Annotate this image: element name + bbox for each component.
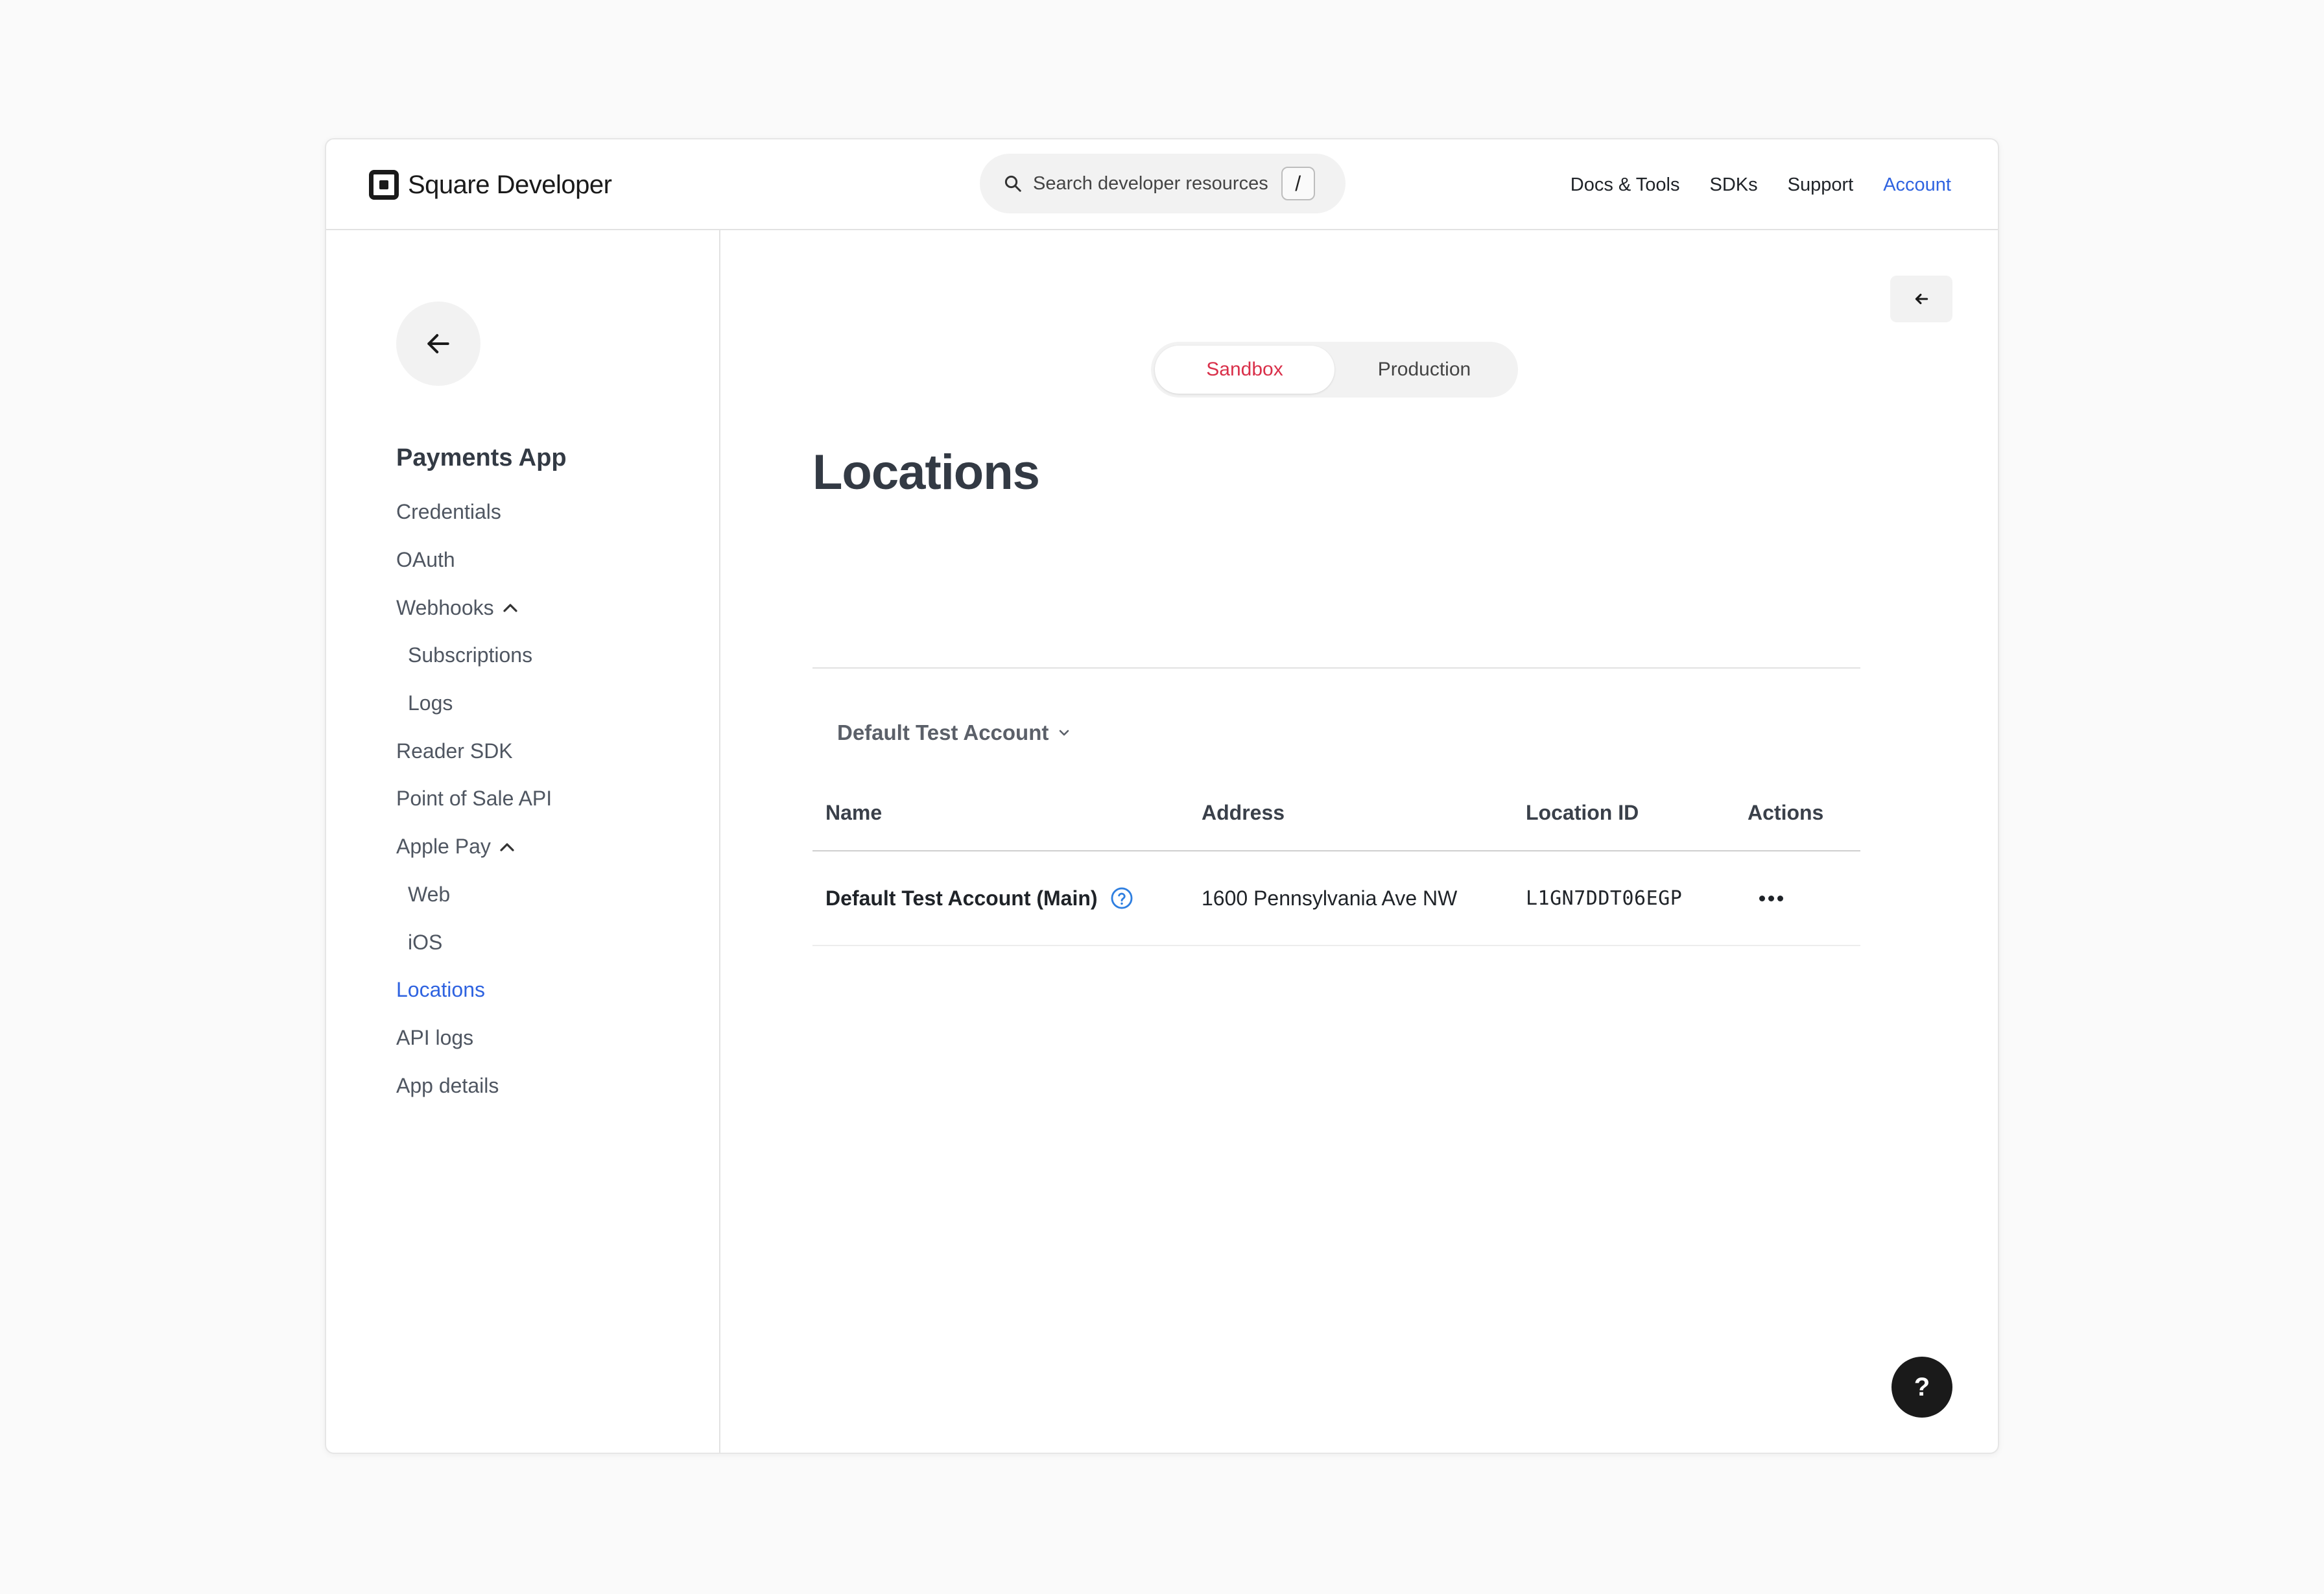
nav-support[interactable]: Support — [1788, 174, 1854, 196]
sidebar-item-label: App details — [396, 1073, 499, 1097]
column-header-name: Name — [825, 800, 883, 824]
sidebar-item-label: Web — [408, 882, 451, 906]
sidebar-item-subscriptions[interactable]: Subscriptions — [396, 632, 552, 680]
nav-account[interactable]: Account — [1883, 174, 1951, 196]
column-header-location-id: Location ID — [1526, 800, 1639, 824]
sidebar-item-label: OAuth — [396, 548, 455, 572]
column-header-actions: Actions — [1748, 800, 1824, 824]
main-content: Sandbox Production Locations Default Tes… — [720, 230, 1998, 1453]
sidebar-item-app-details[interactable]: App details — [396, 1062, 552, 1110]
collapse-button[interactable] — [1890, 276, 1952, 322]
sidebar-item-label: Reader SDK — [396, 739, 513, 763]
table-header: Name Address Location ID Actions — [812, 775, 1860, 851]
square-logo-icon — [369, 170, 399, 200]
search-bar[interactable]: Search developer resources / — [980, 154, 1346, 213]
nav-docs-tools[interactable]: Docs & Tools — [1571, 174, 1680, 196]
sidebar-item-point-of-sale-api[interactable]: Point of Sale API — [396, 775, 552, 823]
sidebar-item-label: Locations — [396, 978, 485, 1002]
sidebar-item-oauth[interactable]: OAuth — [396, 536, 552, 584]
title-divider — [812, 667, 1860, 669]
search-icon — [1004, 175, 1021, 192]
more-horizontal-icon — [1759, 895, 1765, 901]
environment-toggle: Sandbox Production — [1151, 342, 1518, 398]
sidebar-item-label: Logs — [408, 691, 453, 715]
back-button[interactable] — [396, 302, 480, 386]
sidebar-item-credentials[interactable]: Credentials — [396, 488, 552, 536]
page-title: Locations — [812, 445, 1040, 500]
app-title: Payments App — [396, 444, 567, 471]
sidebar-item-label: Credentials — [396, 500, 501, 524]
top-header: Square Developer Search developer resour… — [326, 139, 1998, 230]
sidebar-item-api-logs[interactable]: API logs — [396, 1014, 552, 1062]
location-name-cell: Default Test Account (Main) — [812, 886, 1202, 910]
actions-cell — [1748, 885, 1860, 911]
sidebar-item-ios[interactable]: iOS — [396, 918, 552, 966]
brand-name: Square Developer — [408, 170, 612, 199]
sidebar-item-label: iOS — [408, 930, 443, 954]
sidebar-item-label: Point of Sale API — [396, 787, 552, 811]
locations-table: Name Address Location ID Actions Default… — [812, 775, 1860, 946]
nav-sdks[interactable]: SDKs — [1709, 174, 1757, 196]
tab-production[interactable]: Production — [1334, 346, 1514, 394]
app-window: Square Developer Search developer resour… — [325, 138, 1999, 1454]
sidebar-item-label: Apple Pay — [396, 835, 491, 859]
top-nav: Docs & Tools SDKs Support Account — [1571, 168, 1951, 202]
location-id: L1GN7DDT06EGP — [1526, 886, 1683, 910]
help-button[interactable]: ? — [1891, 1357, 1952, 1418]
column-header-address: Address — [1202, 800, 1285, 824]
location-address: 1600 Pennsylvania Ave NW — [1202, 886, 1458, 910]
sidebar-item-reader-sdk[interactable]: Reader SDK — [396, 727, 552, 775]
sidebar-item-label: Webhooks — [396, 595, 494, 619]
brand[interactable]: Square Developer — [369, 168, 612, 202]
sidebar-item-apple-pay[interactable]: Apple Pay — [396, 823, 552, 871]
sidebar-item-web[interactable]: Web — [396, 871, 552, 919]
more-actions-button[interactable] — [1748, 885, 1860, 911]
sidebar-item-logs[interactable]: Logs — [396, 680, 552, 728]
tab-sandbox[interactable]: Sandbox — [1155, 346, 1334, 394]
sidebar-item-label: Subscriptions — [408, 643, 533, 667]
sidebar-nav: Credentials OAuth Webhooks Subscriptions… — [396, 488, 552, 1110]
sidebar: Payments App Credentials OAuth Webhooks … — [326, 230, 720, 1453]
arrow-left-icon — [427, 334, 449, 353]
sidebar-item-webhooks[interactable]: Webhooks — [396, 584, 552, 632]
chevron-down-icon — [1060, 730, 1069, 736]
search-shortcut-key: / — [1281, 167, 1315, 200]
search-placeholder: Search developer resources — [1033, 172, 1268, 194]
arrow-left-icon — [1915, 293, 1928, 305]
location-name: Default Test Account (Main) — [825, 886, 1098, 910]
account-dropdown[interactable]: Default Test Account — [837, 720, 1071, 745]
chevron-up-icon — [500, 843, 514, 851]
sidebar-item-locations[interactable]: Locations — [396, 966, 552, 1014]
sidebar-item-label: API logs — [396, 1025, 474, 1049]
account-dropdown-label: Default Test Account — [837, 720, 1049, 744]
table-row: Default Test Account (Main) 1600 Pennsyl… — [812, 851, 1860, 946]
help-circle-icon[interactable] — [1109, 886, 1134, 910]
chevron-up-icon — [503, 604, 517, 612]
